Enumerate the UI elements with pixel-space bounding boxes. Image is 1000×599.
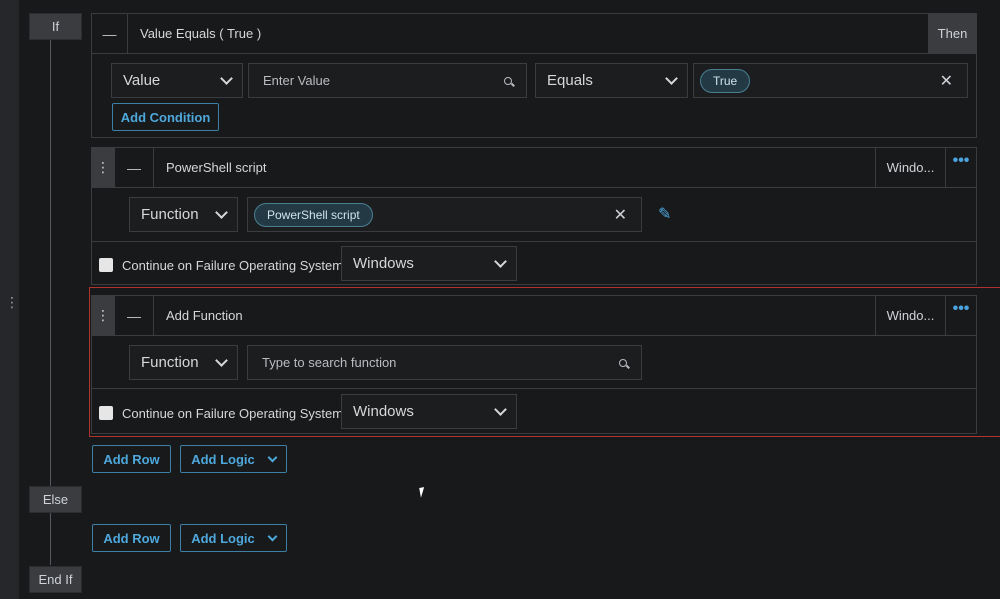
value-input-placeholder: Enter Value (263, 73, 330, 88)
add-row-button[interactable]: Add Row (92, 524, 171, 552)
type-select-value: Function (141, 354, 199, 371)
chevron-down-icon (494, 255, 507, 268)
chevron-down-icon (267, 531, 278, 542)
operating-system-value: Windows (353, 255, 414, 272)
add-logic-label: Add Logic (191, 530, 255, 546)
step-title: PowerShell script (154, 148, 876, 187)
left-rail: ⋮ (0, 0, 20, 599)
step-header: ⋮ — Add Function Windo... ••• (92, 296, 976, 336)
condition-block: — Value Equals ( True ) Then Value Enter… (91, 13, 977, 138)
condition-header: — Value Equals ( True ) Then (92, 14, 976, 54)
kebab-vertical-icon[interactable]: ⋮ (5, 294, 19, 310)
step-header: ⋮ — PowerShell script Windo... ••• (92, 148, 976, 188)
step-block: ⋮ — Add Function Windo... ••• Function T… (91, 295, 977, 434)
collapse-icon[interactable]: — (115, 148, 154, 187)
operator-select[interactable]: Equals (535, 63, 688, 98)
continue-on-failure-checkbox[interactable] (99, 258, 113, 272)
type-select-value: Function (141, 206, 199, 223)
collapse-icon[interactable]: — (92, 14, 128, 53)
drag-handle-icon[interactable]: ⋮ (92, 148, 115, 187)
add-row-button[interactable]: Add Row (92, 445, 171, 473)
operating-system-select[interactable]: Windows (341, 246, 517, 281)
more-options-icon[interactable]: ••• (946, 148, 976, 187)
then-label: Then (929, 14, 976, 53)
chevron-down-icon (494, 403, 507, 416)
chevron-down-icon (215, 206, 228, 219)
chevron-down-icon (220, 72, 233, 85)
search-icon (619, 358, 627, 367)
function-search-placeholder: Type to search function (262, 355, 397, 370)
search-icon (504, 76, 512, 85)
type-select[interactable]: Function (129, 197, 238, 232)
add-logic-button[interactable]: Add Logic (180, 524, 287, 552)
else-label: Else (29, 486, 82, 513)
chevron-down-icon (267, 452, 278, 463)
step-block: ⋮ — PowerShell script Windo... ••• Funct… (91, 147, 977, 285)
operating-system-value: Windows (353, 403, 414, 420)
step-os-badge: Windo... (876, 148, 946, 187)
continue-on-failure-label: Continue on Failure (122, 258, 236, 273)
field-select-value: Value (123, 72, 161, 89)
function-chip[interactable]: PowerShell script (254, 202, 373, 227)
close-icon[interactable]: ✕ (940, 71, 953, 91)
if-label: If (29, 13, 82, 40)
edit-pencil-icon[interactable]: ✎ (658, 204, 671, 224)
step-title: Add Function (154, 296, 876, 335)
add-logic-label: Add Logic (191, 451, 255, 467)
mouse-cursor-icon (419, 486, 431, 498)
more-options-icon[interactable]: ••• (946, 296, 976, 335)
drag-handle-icon[interactable]: ⋮ (92, 296, 115, 335)
step-os-badge: Windo... (876, 296, 946, 335)
value-input[interactable]: Enter Value (248, 63, 527, 98)
operating-system-label: Operating System: (239, 258, 347, 273)
continue-on-failure-label: Continue on Failure (122, 406, 236, 421)
chevron-down-icon (665, 72, 678, 85)
value-chip[interactable]: True (700, 68, 751, 93)
chevron-down-icon (215, 354, 228, 367)
operating-system-select[interactable]: Windows (341, 394, 517, 429)
condition-title: Value Equals ( True ) (128, 14, 929, 53)
add-logic-button[interactable]: Add Logic (180, 445, 287, 473)
collapse-icon[interactable]: — (115, 296, 154, 335)
function-search-input[interactable]: Type to search function (247, 345, 642, 380)
value-chip-field[interactable]: True ✕ (693, 63, 968, 98)
field-select[interactable]: Value (111, 63, 243, 98)
continue-on-failure-checkbox[interactable] (99, 406, 113, 420)
type-select[interactable]: Function (129, 345, 238, 380)
operator-select-value: Equals (547, 72, 593, 89)
endif-label: End If (29, 566, 82, 593)
close-icon[interactable]: ✕ (614, 205, 627, 225)
add-condition-button[interactable]: Add Condition (112, 103, 219, 131)
function-field[interactable]: PowerShell script ✕ (247, 197, 642, 232)
operating-system-label: Operating System: (239, 406, 347, 421)
